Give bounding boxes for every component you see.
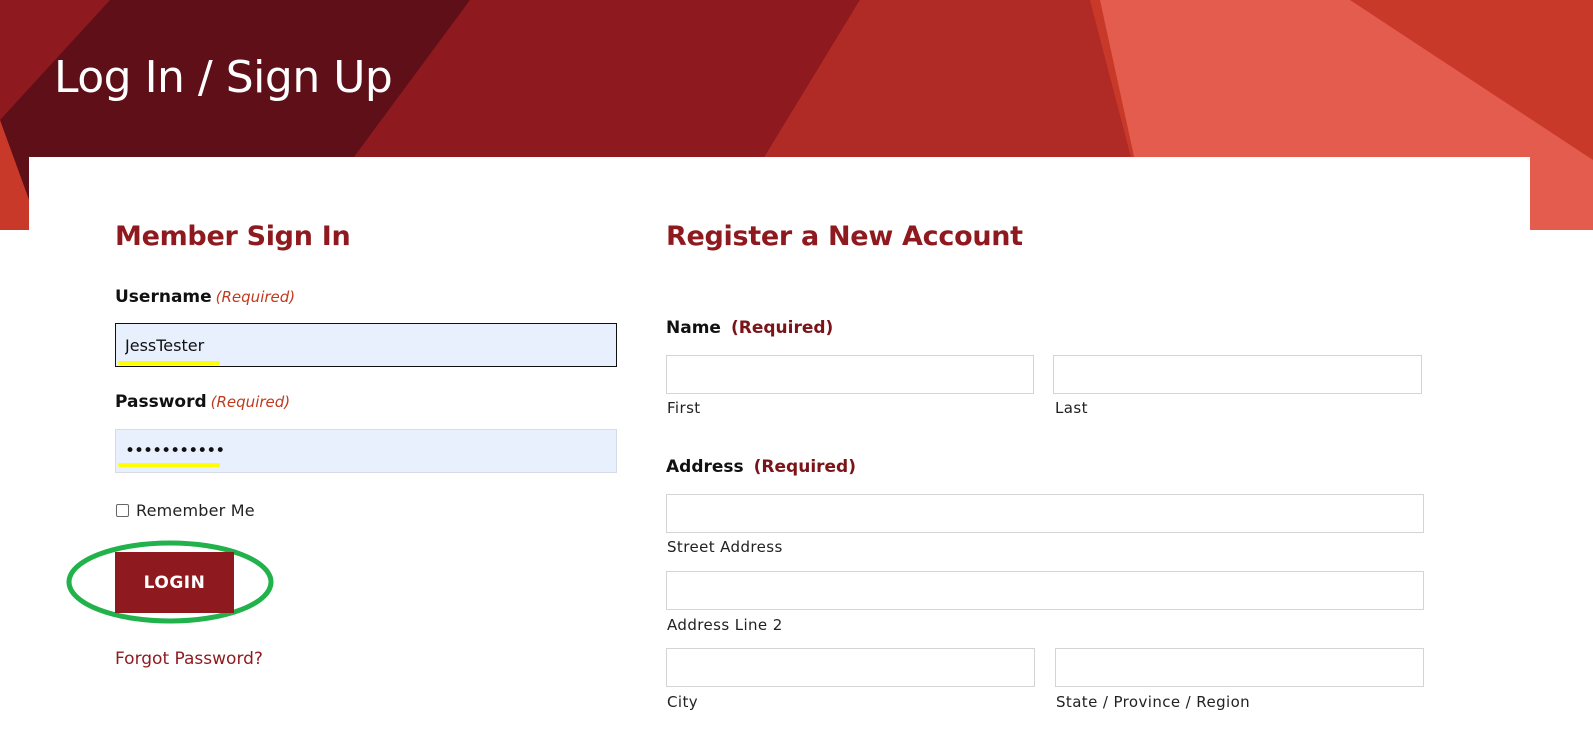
remember-me-row[interactable]: Remember Me xyxy=(115,500,255,520)
password-label-text: Password xyxy=(115,392,207,412)
username-required: (Required) xyxy=(215,288,296,306)
address-line2-input[interactable] xyxy=(666,571,1424,610)
address-required: (Required) xyxy=(753,457,856,477)
login-button[interactable]: LOGIN xyxy=(115,552,234,613)
address-line2-sublabel: Address Line 2 xyxy=(667,616,783,634)
state-input[interactable] xyxy=(1055,648,1424,687)
page-title: Log In / Sign Up xyxy=(54,52,393,103)
street-address-input[interactable] xyxy=(666,494,1424,533)
password-highlight xyxy=(118,463,220,467)
remember-me-label: Remember Me xyxy=(136,500,255,520)
register-heading: Register a New Account xyxy=(666,221,1023,252)
first-name-sublabel: First xyxy=(667,399,701,417)
name-label: Name (Required) xyxy=(666,317,833,339)
username-label: Username (Required) xyxy=(115,286,295,308)
forgot-password-link[interactable]: Forgot Password? xyxy=(115,647,263,671)
last-name-input[interactable] xyxy=(1053,355,1422,394)
sign-in-heading: Member Sign In xyxy=(115,221,351,252)
last-name-sublabel: Last xyxy=(1055,399,1088,417)
street-address-sublabel: Street Address xyxy=(667,538,783,556)
password-required: (Required) xyxy=(210,393,291,411)
remember-me-checkbox[interactable] xyxy=(116,503,129,517)
username-highlight xyxy=(118,361,220,365)
password-label: Password (Required) xyxy=(115,391,290,413)
city-input[interactable] xyxy=(666,648,1035,687)
username-label-text: Username xyxy=(115,287,212,307)
city-sublabel: City xyxy=(667,693,698,711)
name-required: (Required) xyxy=(730,318,834,338)
address-label-text: Address xyxy=(666,457,744,477)
first-name-input[interactable] xyxy=(666,355,1034,394)
address-label: Address (Required) xyxy=(666,456,856,478)
state-sublabel: State / Province / Region xyxy=(1056,693,1251,711)
name-label-text: Name xyxy=(666,318,721,338)
